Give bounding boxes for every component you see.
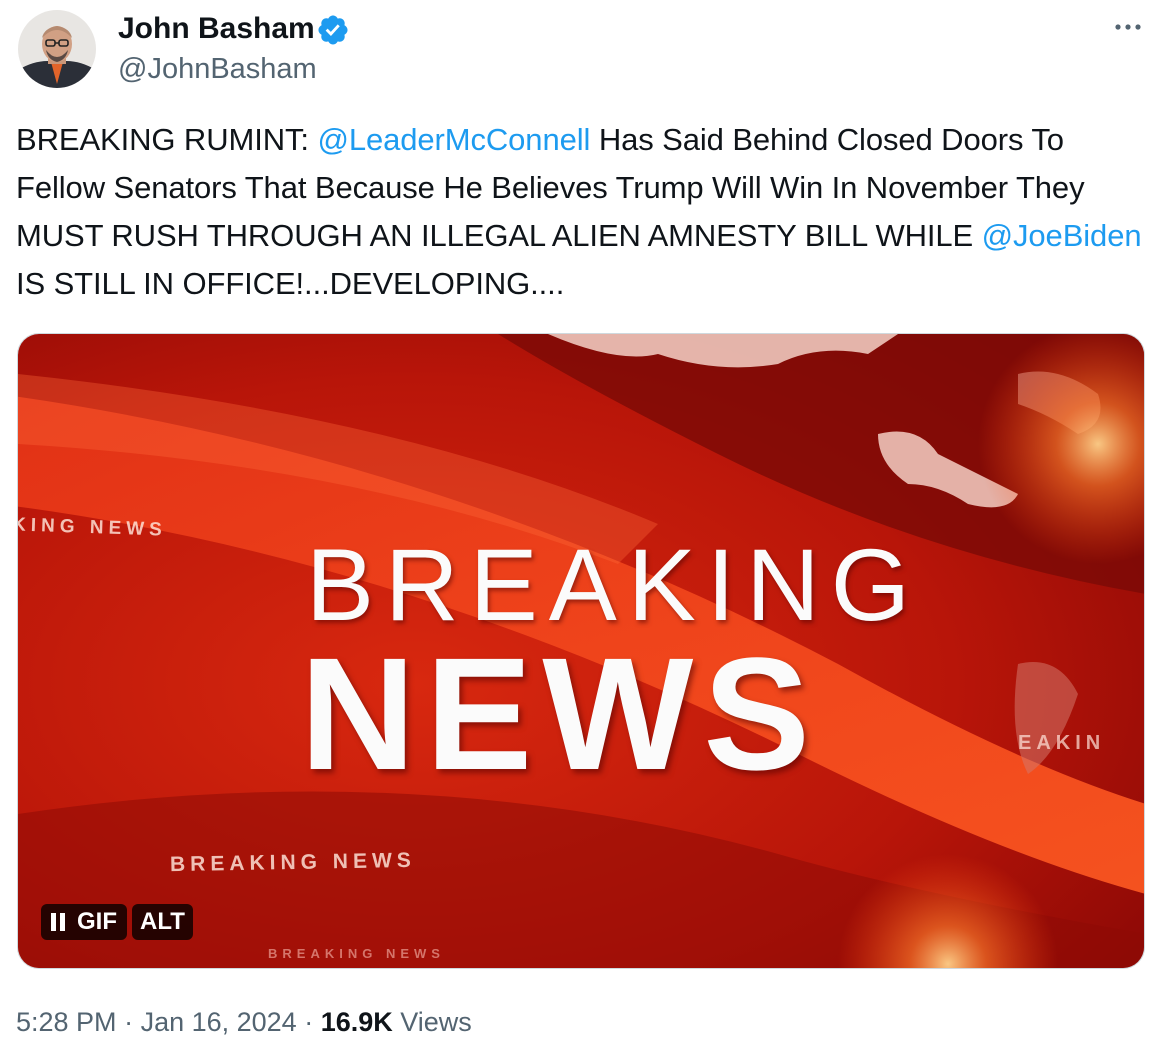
tweet-time[interactable]: 5:28 PM: [16, 1007, 117, 1037]
ticker-text: EAKIN: [1018, 732, 1106, 754]
tweet-date[interactable]: Jan 16, 2024: [141, 1007, 297, 1037]
avatar[interactable]: [18, 10, 96, 88]
tweet-meta: 5:28 PM · Jan 16, 2024 · 16.9K Views: [16, 1004, 472, 1040]
mention-link[interactable]: @LeaderMcConnell: [317, 122, 590, 157]
tweet-text: BREAKING RUMINT: @LeaderMcConnell Has Sa…: [16, 116, 1156, 308]
alt-text-button[interactable]: ALT: [132, 904, 193, 940]
tweet-text-part: BREAKING RUMINT:: [16, 122, 318, 157]
pause-icon: [51, 913, 65, 931]
separator: ·: [116, 1007, 141, 1037]
ticker-text: BREAKING NEWS: [169, 848, 417, 877]
more-dots-icon[interactable]: [1110, 12, 1146, 42]
tweet-text-part: IS STILL IN OFFICE!...DEVELOPING....: [16, 266, 565, 301]
user-avatar: [18, 10, 96, 88]
views-count: 16.9K: [320, 1007, 393, 1037]
verified-badge-icon: [318, 15, 348, 45]
gif-pause-button[interactable]: GIF: [41, 904, 127, 940]
media-controls: GIF ALT: [41, 904, 193, 940]
author-name[interactable]: John Basham: [118, 10, 315, 48]
media-gif[interactable]: KING NEWS EAKIN BREAKING NEWS BREAKING N…: [17, 333, 1145, 969]
views-label: Views: [392, 1007, 472, 1037]
headline-news: NEWS: [300, 624, 820, 803]
separator: ·: [296, 1007, 321, 1037]
mention-link[interactable]: @JoeBiden: [982, 218, 1142, 253]
ticker-text: BREAKING NEWS: [268, 946, 445, 961]
gif-label: GIF: [77, 908, 117, 935]
author-handle[interactable]: @JohnBasham: [118, 51, 317, 87]
